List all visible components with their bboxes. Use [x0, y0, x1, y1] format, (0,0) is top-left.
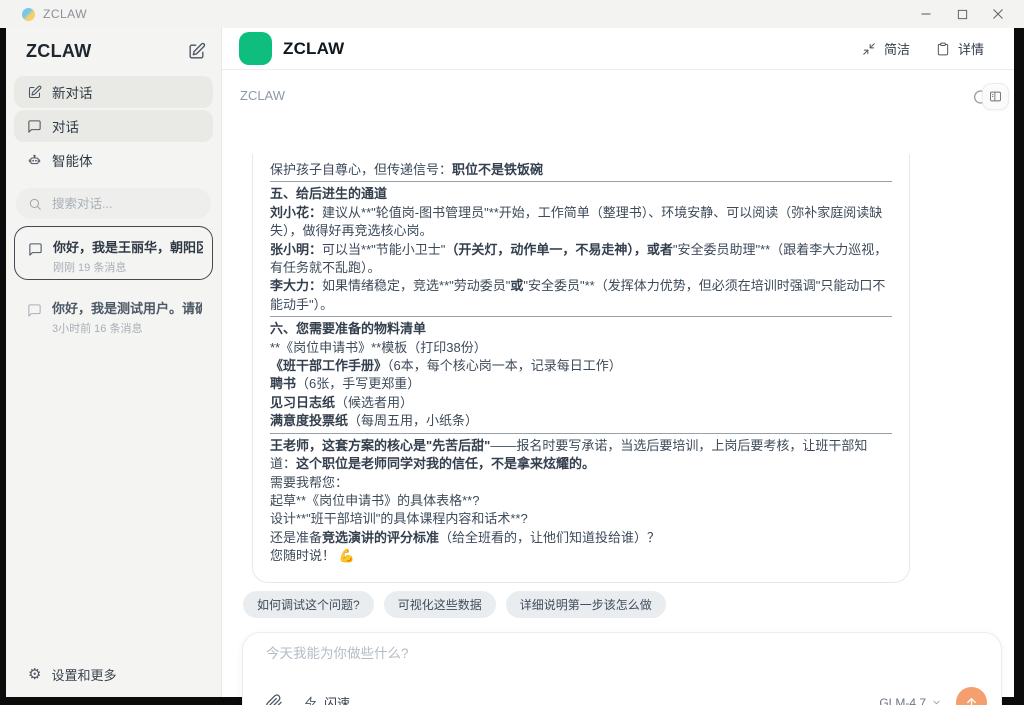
side-panel-toggle-button[interactable] — [982, 83, 1009, 110]
collapse-icon — [862, 41, 877, 56]
details-mode-button[interactable]: 详情 — [936, 39, 984, 58]
model-name: GLM-4.7 — [879, 696, 926, 705]
suggestion-chip[interactable]: 如何调试这个问题? — [243, 591, 374, 618]
flash-mode-button[interactable]: 闪速 — [303, 693, 350, 705]
conversation-meta: 3小时前 16 条消息 — [52, 320, 202, 336]
message-divider — [270, 181, 892, 182]
message-line: 《班干部工作手册》（6本，每个核心岗一本，记录每日工作） — [270, 357, 892, 375]
chat-bubble-icon — [26, 118, 42, 134]
message-line: 六、您需要准备的物料清单 — [270, 320, 892, 338]
message-line: 张小明：可以当**"节能小卫士"（开关灯，动作单一，不易走神），或者"安全委员助… — [270, 241, 892, 278]
robot-icon — [26, 152, 42, 168]
maximize-button[interactable] — [944, 0, 980, 28]
conversation-title: 你好，我是测试用户。请确... — [52, 298, 202, 317]
suggestion-chips: 如何调试这个问题? 可视化这些数据 详细说明第一步该怎么做 — [243, 591, 666, 618]
composer: 闪速 GLM-4.7 — [242, 632, 1002, 705]
details-label: 详情 — [958, 39, 984, 58]
message-line: 您随时说！ 💪 — [270, 547, 892, 565]
brand-name: ZCLAW — [283, 39, 344, 59]
message-line: **《岗位申请书》**模板（打印38份） — [270, 339, 892, 357]
message-line: 保护孩子自尊心，但传递信号：职位不是铁饭碗 — [270, 161, 892, 179]
new-chat-icon[interactable] — [185, 40, 207, 62]
compose-icon — [26, 84, 42, 100]
message-line: 需要我帮您： — [270, 474, 892, 492]
message-line: 刘小花：建议从**"轮值岗-图书管理员"**开始，工作简单（整理书）、环境安静、… — [270, 204, 892, 241]
message-line: 王老师，这套方案的核心是"先苦后甜"——报名时要写承诺，当选后要培训，上岗后要考… — [270, 437, 892, 474]
suggestion-chip[interactable]: 详细说明第一步该怎么做 — [506, 591, 666, 618]
chat-area: ZCLAW 保护孩子自尊心，但传递信号：职位不是铁饭碗五、给后进生的通道刘小花：… — [222, 70, 1014, 697]
conversation-meta: 刚刚 19 条消息 — [53, 259, 203, 275]
conversation-item[interactable]: 你好，我是测试用户。请确... 3小时前 16 条消息 — [14, 288, 213, 334]
prompt-input[interactable] — [264, 645, 864, 662]
search-box[interactable] — [16, 188, 211, 219]
sidebar-nav: 新对话 对话 智能体 — [14, 76, 213, 178]
message-line: 还是准备竞选演讲的评分标准（给全班看的，让他们知道投给谁）？ — [270, 529, 892, 547]
message-body: 保护孩子自尊心，但传递信号：职位不是铁饭碗五、给后进生的通道刘小花：建议从**"… — [270, 161, 892, 566]
settings-and-more[interactable]: ⚙ 设置和更多 — [28, 665, 116, 684]
brand-logo-icon — [239, 32, 272, 65]
close-button[interactable] — [980, 0, 1016, 28]
message-line: 李大力：如果情绪稳定，竞选**"劳动委员"或"安全委员"**（发挥体力优势，但必… — [270, 277, 892, 314]
flash-mode-label: 闪速 — [324, 693, 350, 705]
lightning-icon — [303, 695, 318, 705]
send-button[interactable] — [956, 687, 987, 705]
sidebar-item-chats[interactable]: 对话 — [14, 110, 213, 142]
model-selector[interactable]: GLM-4.7 — [879, 696, 942, 705]
os-titlebar: ZCLAW — [0, 0, 1024, 28]
window-title: ZCLAW — [43, 7, 87, 21]
message-line: 设计**"班干部培训"的具体课程内容和话术**? — [270, 510, 892, 528]
minimize-button[interactable] — [908, 0, 944, 28]
concise-mode-button[interactable]: 简洁 — [862, 39, 910, 58]
message-line: 聘书（6张，手写更郑重） — [270, 375, 892, 393]
chat-bubble-icon — [26, 302, 42, 318]
app-frame: ZCLAW 新对话 对话 — [0, 28, 1024, 705]
attach-file-icon[interactable] — [264, 693, 283, 705]
sidebar-item-label: 智能体 — [52, 150, 93, 170]
sidebar-item-new-chat[interactable]: 新对话 — [14, 76, 213, 108]
app-logo-icon — [22, 8, 35, 21]
gear-icon: ⚙ — [28, 667, 41, 682]
message-line: 见习日志纸（候选者用） — [270, 394, 892, 412]
sidebar-item-label: 新对话 — [52, 82, 93, 102]
app-window: ZCLAW ZCLAW — [0, 0, 1024, 705]
chevron-down-icon — [930, 697, 942, 705]
message-line: 起草**《岗位申请书》的具体表格**? — [270, 492, 892, 510]
chat-bubble-icon — [27, 241, 43, 257]
message-divider — [270, 433, 892, 434]
main-header: ZCLAW 简洁 详情 — [222, 28, 1014, 70]
assistant-message: 保护孩子自尊心，但传递信号：职位不是铁饭碗五、给后进生的通道刘小花：建议从**"… — [252, 154, 910, 583]
main-panel: ZCLAW 简洁 详情 — [222, 28, 1014, 697]
concise-label: 简洁 — [884, 39, 910, 58]
search-input[interactable] — [50, 196, 190, 212]
search-icon — [27, 196, 42, 211]
sidebar-item-agents[interactable]: 智能体 — [14, 144, 213, 176]
conversation-item-selected[interactable]: 你好，我是王丽华，朝阳区... 刚刚 19 条消息 — [14, 226, 213, 280]
chat-peer-label: ZCLAW — [240, 88, 285, 103]
sidebar-title: ZCLAW — [26, 41, 91, 62]
message-divider — [270, 316, 892, 317]
message-line: 满意度投票纸（每周五用，小纸条） — [270, 412, 892, 430]
settings-label: 设置和更多 — [51, 665, 116, 684]
message-line: 五、给后进生的通道 — [270, 185, 892, 203]
conversation-title: 你好，我是王丽华，朝阳区... — [53, 237, 203, 256]
sidebar: ZCLAW 新对话 对话 — [6, 28, 222, 697]
sidebar-item-label: 对话 — [52, 116, 79, 136]
suggestion-chip[interactable]: 可视化这些数据 — [384, 591, 496, 618]
clipboard-icon — [936, 41, 951, 56]
